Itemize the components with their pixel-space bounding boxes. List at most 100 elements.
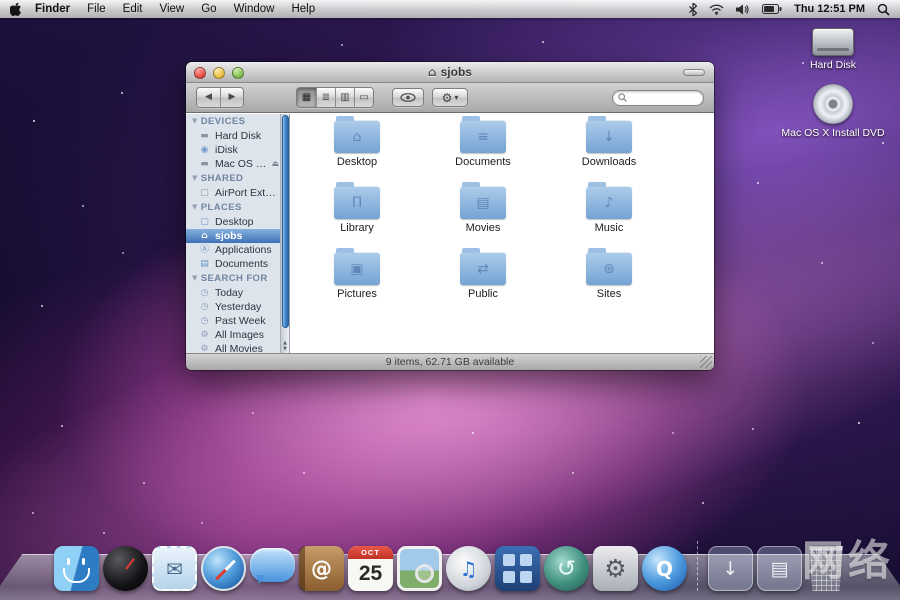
dock-ichat[interactable] [250, 546, 295, 591]
desktop-icon-install-dvd[interactable]: Mac OS X Install DVD [778, 84, 888, 139]
sidebar-item-hard-disk[interactable]: ▬ Hard Disk [186, 129, 289, 143]
coverflow-view-button[interactable]: ▭ [354, 88, 373, 107]
bluetooth-icon[interactable] [689, 3, 697, 16]
folder-glyph: Π [352, 195, 363, 211]
dock-downloads-stack[interactable]: ↓ [708, 546, 753, 591]
scrollbar-thumb[interactable] [282, 115, 289, 328]
icon-view-button[interactable]: ▦ [297, 88, 316, 107]
menu-help[interactable]: Help [291, 3, 315, 15]
dock-ical[interactable]: OCT 25 [348, 546, 393, 591]
dock-mail[interactable]: ✉ [152, 546, 197, 591]
disclosure-triangle-icon[interactable]: ▼ [192, 200, 198, 215]
sidebar-section-search-for[interactable]: ▼ SEARCH FOR [186, 271, 289, 286]
folder-item-movies[interactable]: ▤ Movies [420, 186, 546, 252]
folder-label: Movies [466, 222, 501, 234]
dock-safari[interactable] [201, 546, 246, 591]
sidebar-item-label: Yesterday [215, 300, 261, 314]
apple-menu[interactable] [10, 2, 21, 16]
eject-icon[interactable]: ⏏ [271, 157, 279, 171]
sidebar-section-places[interactable]: ▼ PLACES [186, 200, 289, 215]
sidebar-item-sjobs[interactable]: ⌂ sjobs [186, 229, 289, 243]
menu-view[interactable]: View [160, 3, 185, 15]
folder-item-documents[interactable]: ≡ Documents [420, 120, 546, 186]
menu-bar-clock[interactable]: Thu 12:51 PM [794, 3, 865, 15]
sidebar-item-all-movies[interactable]: ⚙ All Movies [186, 342, 289, 353]
menu-go[interactable]: Go [201, 3, 216, 15]
dock-quicktime[interactable]: Q [642, 546, 687, 591]
home-icon: ⌂ [428, 65, 437, 79]
folder-icon: ♪ [586, 186, 632, 219]
menu-window[interactable]: Window [234, 3, 275, 15]
folder-glyph: ⌂ [353, 129, 362, 145]
sidebar-scrollbar[interactable]: ▲▼ [280, 114, 289, 353]
dock-itunes[interactable]: ♫ [446, 546, 491, 591]
volume-icon[interactable] [736, 4, 750, 15]
sidebar-item-yesterday[interactable]: ◷ Yesterday [186, 300, 289, 314]
window-title-text: sjobs [441, 65, 472, 79]
sidebar-item-past-week[interactable]: ◷ Past Week [186, 314, 289, 328]
folder-label: Desktop [337, 156, 377, 168]
dock-finder[interactable] [54, 546, 99, 591]
folder-glyph: ↓ [603, 129, 615, 145]
dock-dashboard[interactable] [103, 546, 148, 591]
status-bar: 9 items, 62.71 GB available [186, 353, 714, 370]
dock-spaces[interactable] [495, 546, 540, 591]
sidebar-section-devices[interactable]: ▼ DEVICES [186, 114, 289, 129]
disclosure-triangle-icon[interactable]: ▼ [192, 114, 198, 129]
dock-preview[interactable] [397, 546, 442, 591]
folder-item-pictures[interactable]: ▣ Pictures [294, 252, 420, 318]
folder-item-music[interactable]: ♪ Music [546, 186, 672, 252]
battery-icon[interactable] [762, 4, 782, 14]
gear-icon: ⚙ [604, 554, 626, 583]
sidebar-item-documents[interactable]: ▤ Documents [186, 257, 289, 271]
sidebar-item-airport-extreme[interactable]: ▢ AirPort Extreme [186, 186, 289, 200]
folder-item-sites[interactable]: ⊛ Sites [546, 252, 672, 318]
idisk-icon: ◉ [198, 143, 211, 157]
folder-label: Public [468, 288, 498, 300]
menu-finder[interactable]: Finder [35, 3, 70, 15]
folder-glyph: ▤ [476, 195, 489, 211]
sidebar-item-idisk[interactable]: ◉ iDisk [186, 143, 289, 157]
quick-look-button[interactable] [392, 88, 424, 107]
scrollbar-arrows[interactable]: ▲▼ [281, 340, 289, 352]
folder-item-library[interactable]: Π Library [294, 186, 420, 252]
minimize-button[interactable] [213, 67, 225, 79]
smart-folder-icon: ⚙ [198, 342, 211, 353]
sidebar-item-all-images[interactable]: ⚙ All Images [186, 328, 289, 342]
sidebar-item-applications[interactable]: Ⓐ Applications [186, 243, 289, 257]
toolbar-toggle-button[interactable] [683, 69, 705, 76]
sidebar-section-shared[interactable]: ▼ SHARED [186, 171, 289, 186]
folder-item-public[interactable]: ⇄ Public [420, 252, 546, 318]
folder-item-desktop[interactable]: ⌂ Desktop [294, 120, 420, 186]
dock-time-machine[interactable]: ↺ [544, 546, 589, 591]
list-view-button[interactable]: ≣ [316, 88, 335, 107]
spotlight-icon[interactable] [877, 3, 890, 16]
column-view-button[interactable]: ▥ [335, 88, 354, 107]
search-input[interactable] [630, 92, 698, 103]
dock-address-book[interactable]: @ [299, 546, 344, 591]
folder-icon: ⇄ [460, 252, 506, 285]
action-menu-button[interactable]: ⚙ ▾ [432, 88, 468, 107]
desktop-icon-label: Hard Disk [778, 59, 888, 71]
back-button[interactable]: ◀ [197, 88, 220, 107]
resize-grip[interactable] [700, 356, 712, 368]
sidebar-item-desktop[interactable]: ▢ Desktop [186, 215, 289, 229]
desktop-icon-hard-disk[interactable]: Hard Disk [778, 28, 888, 71]
disclosure-triangle-icon[interactable]: ▼ [192, 171, 198, 186]
disclosure-triangle-icon[interactable]: ▼ [192, 271, 198, 286]
dock-documents-stack[interactable]: ▤ [757, 546, 802, 591]
sidebar-item-today[interactable]: ◷ Today [186, 286, 289, 300]
folder-item-downloads[interactable]: ↓ Downloads [546, 120, 672, 186]
menu-file[interactable]: File [87, 3, 106, 15]
close-button[interactable] [194, 67, 206, 79]
forward-button[interactable]: ▶ [220, 88, 243, 107]
title-bar[interactable]: ⌂ sjobs [186, 62, 714, 83]
sidebar-item-macosx-disk[interactable]: ▬ Mac OS X I... ⏏ [186, 157, 289, 171]
menu-edit[interactable]: Edit [123, 3, 143, 15]
sidebar-item-label: All Movies [215, 342, 263, 353]
dock-system-preferences[interactable]: ⚙ [593, 546, 638, 591]
search-field[interactable] [612, 90, 704, 106]
zoom-button[interactable] [232, 67, 244, 79]
sidebar-item-label: iDisk [215, 143, 238, 157]
wifi-icon[interactable] [709, 4, 724, 15]
